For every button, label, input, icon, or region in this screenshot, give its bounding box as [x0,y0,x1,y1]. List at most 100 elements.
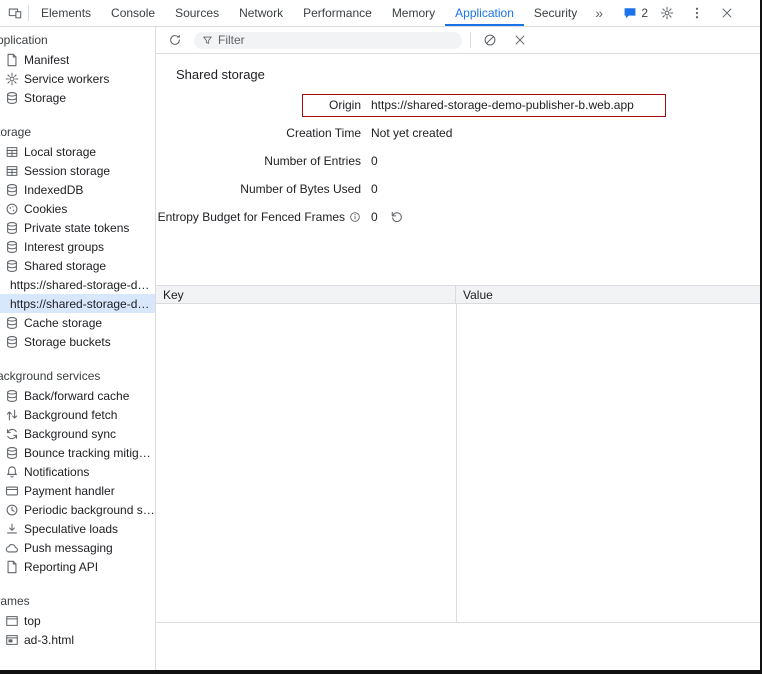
filter-input[interactable] [218,33,458,47]
doc-icon [5,560,19,574]
menu-button[interactable] [686,2,708,24]
database-icon [5,240,19,254]
sidebar-item-label: Periodic background s… [24,503,155,517]
sidebar-item-notifications[interactable]: Notifications [0,462,155,481]
sidebar-item-storage[interactable]: Storage [0,88,155,107]
application-sidebar: Application Manifest Service workers Storag… [0,27,156,670]
issues-counter[interactable]: 2 [623,6,648,20]
tabbar-separator [28,5,29,21]
sidebar-item-label: Cookies [24,202,67,216]
kebab-menu-icon [690,6,704,20]
tab-security[interactable]: Security [524,0,587,26]
sidebar-item-top[interactable]: top [0,611,155,630]
sidebar-item-label: top [24,614,41,628]
close-filter-button[interactable] [509,29,531,51]
field-row-number-of-entries: Number of Entries0 [156,147,760,175]
sidebar-item-indexeddb[interactable]: IndexedDB [0,180,155,199]
card-icon [5,484,19,498]
devtools-window: ElementsConsoleSourcesNetworkPerformance… [0,0,762,674]
sidebar-item-https-shared-storage-d[interactable]: https://shared-storage-d… [0,294,155,313]
field-row-number-of-bytes-used: Number of Bytes Used 0 [156,175,760,203]
toggle-device-toolbar-button[interactable] [4,2,26,24]
sidebar-item-background-fetch[interactable]: Background fetch [0,405,155,424]
sidebar-item-label: https://shared-storage-d… [10,278,149,292]
sidebar-item-payment-handler[interactable]: Payment handler [0,481,155,500]
sidebar-item-label: Back/forward cache [24,389,129,403]
sidebar-item-periodic-background-s[interactable]: Periodic background s… [0,500,155,519]
close-icon [720,6,734,20]
service-worker-icon [5,72,19,86]
section-title: Background services [0,367,155,386]
field-label: Number of Bytes Used [156,182,361,196]
sidebar-item-label: Reporting API [24,560,98,574]
bell-icon [5,465,19,479]
section-title: Application [0,31,155,50]
close-devtools-button[interactable] [716,2,738,24]
storage-items-table: Key Value [156,285,760,623]
device-toolbar-icon [8,6,22,20]
tab-application[interactable]: Application [445,0,524,26]
field-value: 0 [371,182,378,196]
sidebar-item-label: Storage [24,91,66,105]
sidebar-item-label: Manifest [24,53,69,67]
gear-icon [660,6,674,20]
sidebar-item-ad-3-html[interactable]: ad-3.html [0,630,155,649]
tab-elements[interactable]: Elements [31,0,101,26]
sidebar-item-label: Session storage [24,164,110,178]
shared-storage-panel: Shared storage Originhttps://shared-stor… [156,27,760,670]
sidebar-item-shared-storage[interactable]: Shared storage [0,256,155,275]
sidebar-item-session-storage[interactable]: Session storage [0,161,155,180]
sidebar-section-frames: Framestopad-3.html [0,592,155,649]
sidebar-item-reporting-api[interactable]: Reporting API [0,557,155,576]
database-icon [5,316,19,330]
sidebar-item-back-forward-cache[interactable]: Back/forward cache [0,386,155,405]
sidebar-item-speculative-loads[interactable]: Speculative loads [0,519,155,538]
sidebar-item-label: Cache storage [24,316,102,330]
clear-all-button[interactable] [479,29,501,51]
tab-memory[interactable]: Memory [382,0,445,26]
more-tabs-button[interactable]: » [587,5,611,21]
field-value: 0 [371,210,378,224]
sidebar-item-bounce-tracking-mitiga[interactable]: Bounce tracking mitiga… [0,443,155,462]
sidebar-item-cookies[interactable]: Cookies [0,199,155,218]
speculative-icon [5,522,19,536]
sidebar-section-background-services: Background services Back/forward cache Bac… [0,367,155,576]
tab-network[interactable]: Network [229,0,293,26]
sidebar-item-private-state-tokens[interactable]: Private state tokens [0,218,155,237]
sidebar-item-label: Background fetch [24,408,117,422]
field-value: 0 [371,154,378,168]
sidebar-item-background-sync[interactable]: Background sync [0,424,155,443]
section-title: Storage [0,123,155,142]
page-title: Shared storage [176,66,760,83]
tab-console[interactable]: Console [101,0,165,26]
settings-button[interactable] [656,2,678,24]
block-icon [483,33,497,47]
field-row-entropy-budget-for-fenced-frames: Entropy Budget for Fenced Frames0 [156,203,760,231]
info-icon[interactable] [349,211,361,223]
sidebar-item-local-storage[interactable]: Local storage [0,142,155,161]
database-icon [5,221,19,235]
tab-performance[interactable]: Performance [293,0,382,26]
sidebar-item-label: https://shared-storage-d… [10,297,149,311]
sidebar-item-label: IndexedDB [24,183,83,197]
sidebar-item-https-shared-storage-d[interactable]: https://shared-storage-d… [0,275,155,294]
sidebar-item-storage-buckets[interactable]: Storage buckets [0,332,155,351]
sidebar-item-interest-groups[interactable]: Interest groups [0,237,155,256]
sidebar-item-label: Notifications [24,465,89,479]
tab-sources[interactable]: Sources [165,0,229,26]
refresh-button[interactable] [164,29,186,51]
filter-box[interactable] [194,32,462,49]
table-header: Key Value [156,285,760,304]
panel-toolbar [156,27,760,54]
reset-icon[interactable] [390,210,404,224]
cookie-icon [5,202,19,216]
sidebar-item-label: Shared storage [24,259,106,273]
sidebar-item-push-messaging[interactable]: Push messaging [0,538,155,557]
sidebar-item-manifest[interactable]: Manifest [0,50,155,69]
database-icon [5,91,19,105]
field-value: https://shared-storage-demo-publisher-b.… [371,98,634,112]
refresh-icon [168,33,182,47]
sidebar-item-service-workers[interactable]: Service workers [0,69,155,88]
devtools-tabbar: ElementsConsoleSourcesNetworkPerformance… [0,0,760,27]
sidebar-item-cache-storage[interactable]: Cache storage [0,313,155,332]
